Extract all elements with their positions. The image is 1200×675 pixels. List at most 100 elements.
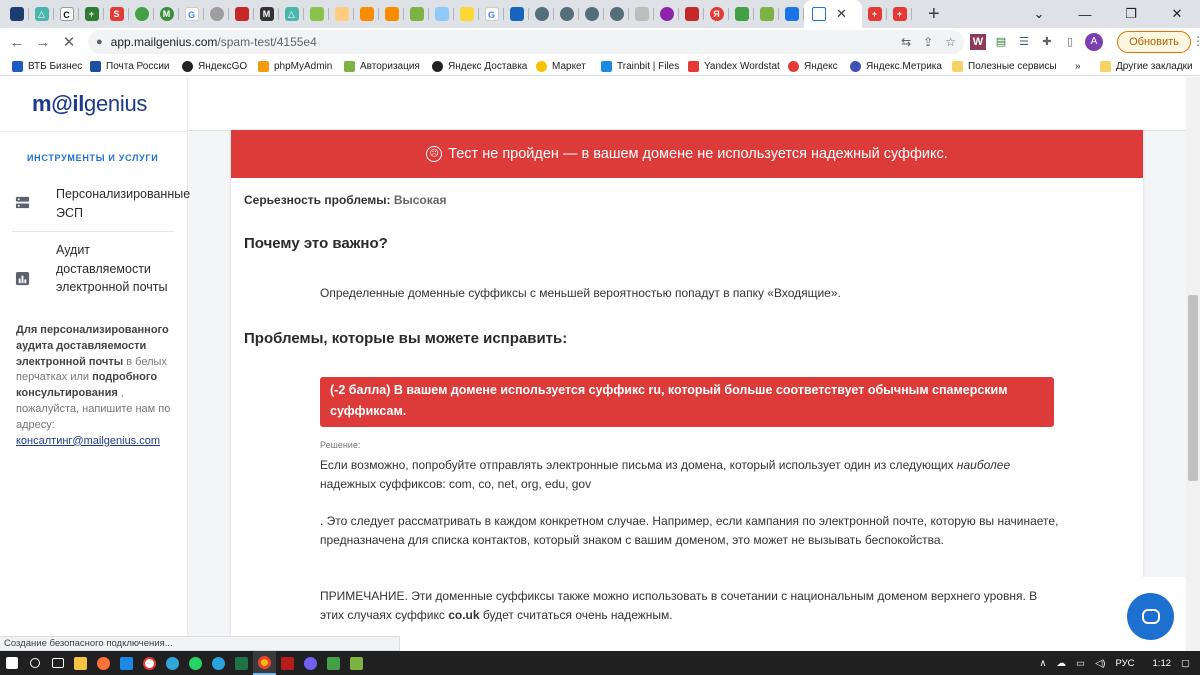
volume-icon[interactable]: ◁) (1095, 658, 1105, 669)
bookmark-star-icon[interactable]: ☆ (945, 35, 956, 49)
firefox-icon[interactable] (92, 651, 115, 675)
tab-search-icon[interactable]: ⌄ (1016, 6, 1062, 22)
tab[interactable] (779, 0, 804, 28)
tab[interactable] (304, 0, 329, 28)
bookmark-item[interactable]: Полезные сервисы (952, 56, 1057, 76)
filezilla-icon[interactable] (276, 651, 299, 675)
app-icon[interactable] (322, 651, 345, 675)
excel-icon[interactable] (230, 651, 253, 675)
menu-kebab-icon[interactable]: ⋮ (1192, 34, 1200, 48)
back-icon[interactable]: ← (4, 34, 30, 51)
extension-sheet-icon[interactable]: ▤ (993, 34, 1009, 50)
tab[interactable] (129, 0, 154, 28)
stop-icon[interactable]: ✕ (56, 33, 82, 51)
chrome-icon[interactable] (253, 651, 276, 675)
tab[interactable] (679, 0, 704, 28)
bookmark-item[interactable]: Trainbit | Files (601, 56, 679, 76)
task-view-icon[interactable] (46, 651, 69, 675)
tab[interactable] (629, 0, 654, 28)
tab[interactable]: Я (704, 0, 729, 28)
tab[interactable] (429, 0, 454, 28)
bookmark-item[interactable]: Yandex Wordstat (688, 56, 780, 76)
tab[interactable] (229, 0, 254, 28)
extension-list-icon[interactable]: ☰ (1016, 34, 1032, 50)
mailgenius-logo[interactable]: m@ilgenius (32, 91, 147, 117)
scrollbar-thumb[interactable] (1188, 295, 1198, 481)
side-panel-icon[interactable]: ▯ (1062, 34, 1078, 50)
close-window-icon[interactable]: ✕ (1154, 6, 1200, 22)
tab[interactable] (4, 0, 29, 28)
clock[interactable]: 1:12 (1153, 658, 1172, 669)
sidebar-item-deliverability-audit[interactable]: Аудит доставляемости электронной почты (56, 241, 188, 297)
network-icon[interactable]: ▭ (1076, 658, 1085, 669)
consulting-email-link[interactable]: консалтинг@mailgenius.com (16, 435, 160, 447)
minimize-icon[interactable]: — (1062, 7, 1108, 22)
tab[interactable]: + (79, 0, 104, 28)
whatsapp-icon[interactable] (184, 651, 207, 675)
profile-avatar[interactable]: A (1085, 33, 1103, 51)
tab[interactable] (729, 0, 754, 28)
tab[interactable]: M (154, 0, 179, 28)
forward-icon[interactable]: → (30, 34, 56, 51)
tab[interactable]: △ (279, 0, 304, 28)
sidebar-item-personalized-esp[interactable]: Персонализированные ЭСП (56, 185, 190, 222)
translate-icon[interactable]: ⇆ (901, 35, 911, 49)
extensions-puzzle-icon[interactable]: ✚ (1039, 34, 1055, 50)
app-icon[interactable] (115, 651, 138, 675)
notifications-icon[interactable]: ▢ (1181, 658, 1190, 669)
active-tab[interactable]: ✕ (804, 0, 862, 28)
bookmark-item[interactable]: ВТБ Бизнес (12, 56, 82, 76)
restore-icon[interactable]: ❐ (1108, 6, 1154, 22)
tab[interactable]: M (254, 0, 279, 28)
start-icon[interactable] (0, 651, 23, 675)
search-icon[interactable] (23, 651, 46, 675)
edge-icon[interactable] (161, 651, 184, 675)
input-language[interactable]: РУС (1115, 658, 1134, 669)
bookmark-item[interactable]: ЯндексGO (182, 56, 247, 76)
tab[interactable] (454, 0, 479, 28)
tray-overflow-icon[interactable]: ∧ (1040, 658, 1047, 669)
tab[interactable]: + (862, 0, 887, 28)
address-bar[interactable]: ● app.mailgenius.com/spam-test/4155e4 ⇆ … (88, 30, 964, 54)
tab[interactable] (654, 0, 679, 28)
bookmark-item[interactable]: Маркет (536, 56, 586, 76)
tab[interactable]: + (887, 0, 912, 28)
tab[interactable] (204, 0, 229, 28)
tab[interactable] (554, 0, 579, 28)
tab[interactable] (504, 0, 529, 28)
tab[interactable] (754, 0, 779, 28)
bookmark-item[interactable]: Почта России (90, 56, 170, 76)
tab[interactable] (379, 0, 404, 28)
file-explorer-icon[interactable] (69, 651, 92, 675)
tab[interactable]: G (179, 0, 204, 28)
bookmark-item[interactable]: Яндекс (788, 56, 838, 76)
bookmark-item[interactable]: phpMyAdmin (258, 56, 332, 76)
share-icon[interactable]: ⇪ (923, 35, 933, 49)
bookmarks-overflow-icon[interactable]: » (1075, 56, 1081, 76)
tab[interactable]: △ (29, 0, 54, 28)
app-icon[interactable] (345, 651, 368, 675)
tab[interactable] (354, 0, 379, 28)
bookmark-item[interactable]: Авторизация (344, 56, 420, 76)
tab[interactable]: S (104, 0, 129, 28)
chat-button[interactable] (1127, 593, 1174, 640)
tab[interactable] (579, 0, 604, 28)
weather-icon[interactable]: ☁ (1057, 658, 1067, 669)
update-browser-button[interactable]: Обновить (1117, 31, 1191, 53)
viber-icon[interactable] (299, 651, 322, 675)
tab[interactable] (604, 0, 629, 28)
url-text[interactable]: app.mailgenius.com/spam-test/4155e4 (111, 35, 317, 49)
close-tab-icon[interactable]: ✕ (836, 6, 847, 22)
tab[interactable] (404, 0, 429, 28)
security-info-icon[interactable]: ● (96, 36, 103, 48)
bookmark-item[interactable]: Яндекс Доставка (432, 56, 527, 76)
tab[interactable] (329, 0, 354, 28)
tab[interactable]: G (479, 0, 504, 28)
telegram-icon[interactable] (207, 651, 230, 675)
bookmark-item[interactable]: Яндекс.Метрика (850, 56, 942, 76)
extension-w-icon[interactable]: W (970, 34, 986, 50)
new-tab-icon[interactable]: + (928, 0, 940, 28)
other-bookmarks[interactable]: Другие закладки (1100, 56, 1193, 76)
tab[interactable] (529, 0, 554, 28)
yandex-browser-icon[interactable] (138, 651, 161, 675)
